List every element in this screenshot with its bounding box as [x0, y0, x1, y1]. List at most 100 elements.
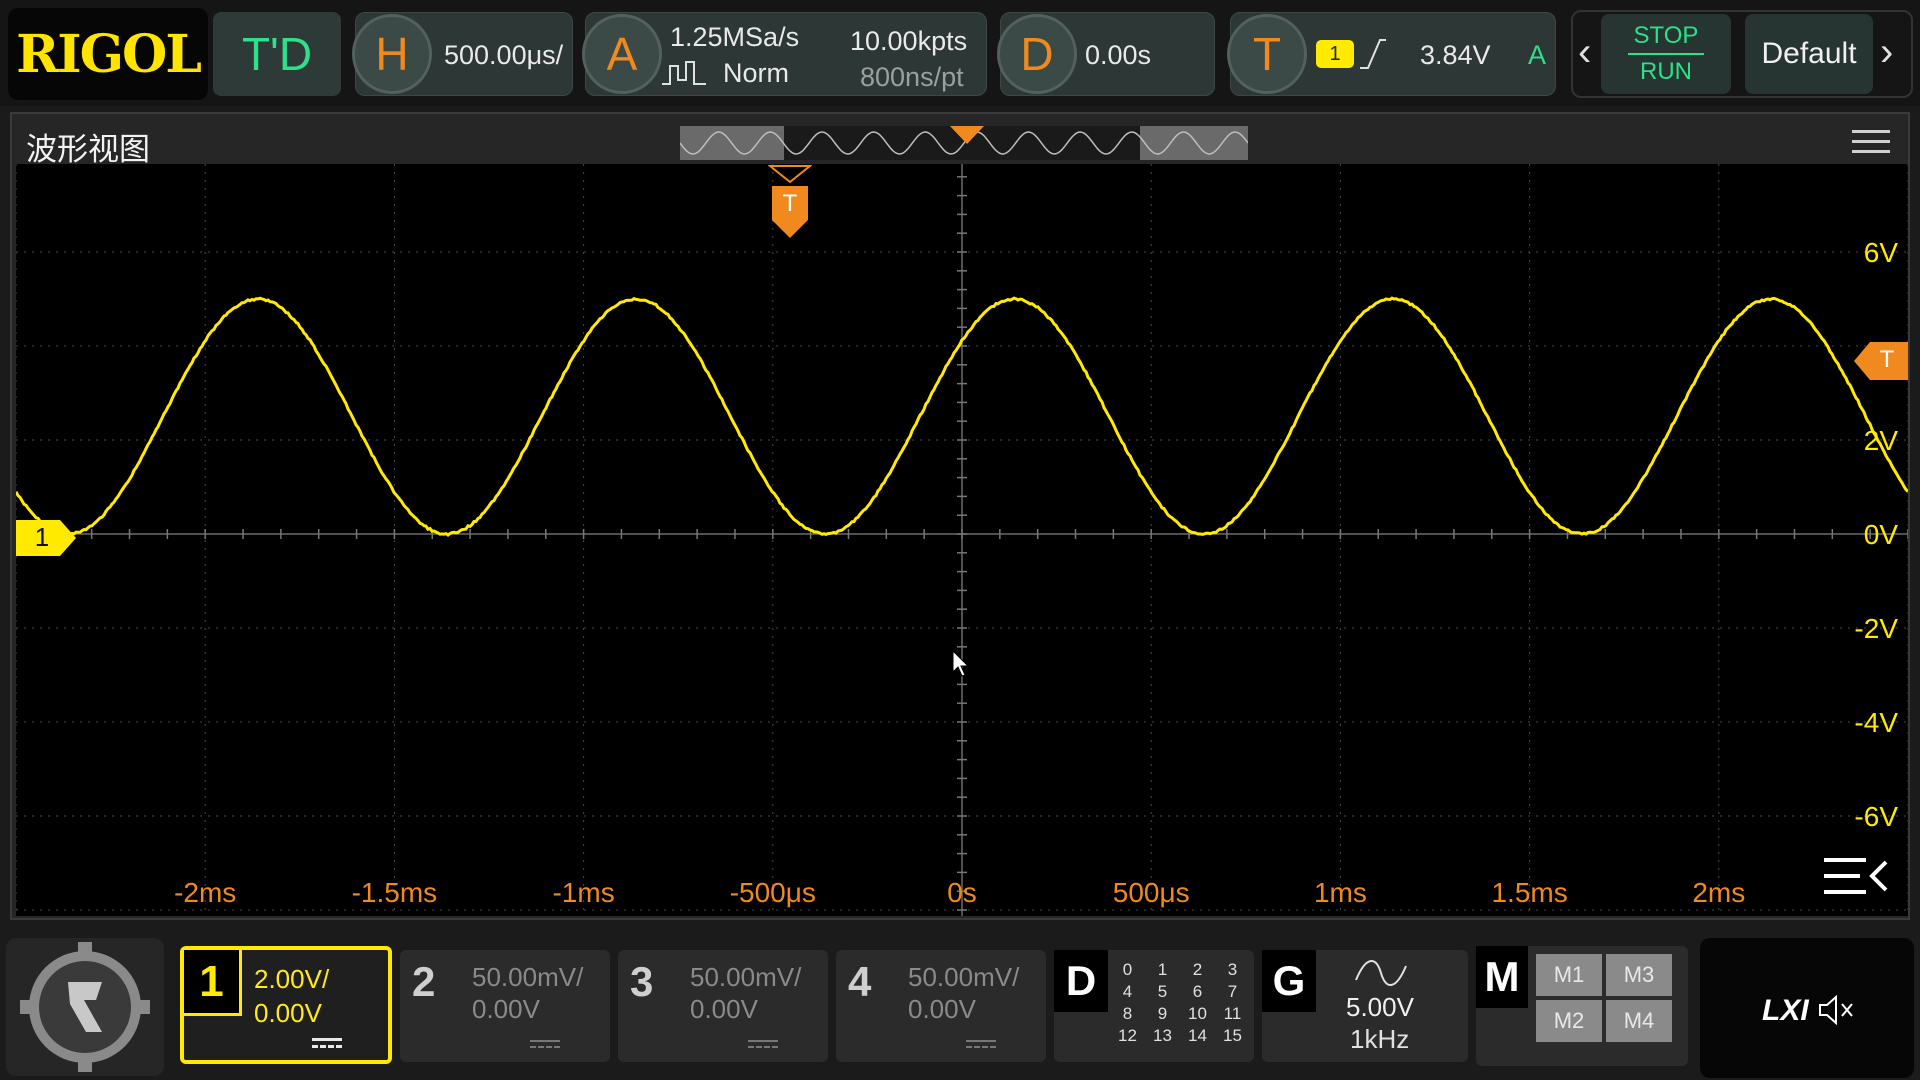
channel-3-scale: 50.00mV/	[690, 962, 801, 993]
chevron-left-icon[interactable]: ‹	[1578, 30, 1591, 75]
ch1-offset-marker-label: 1	[24, 522, 60, 553]
chevron-right-icon[interactable]: ›	[1880, 30, 1893, 75]
digital-bit-8: 8	[1110, 1004, 1145, 1024]
math-m1-button[interactable]: M1	[1536, 954, 1602, 996]
digital-bit-6: 6	[1180, 982, 1215, 1002]
sample-rate: 1.25MSa/s	[670, 22, 799, 53]
default-button[interactable]: Default	[1745, 14, 1873, 94]
math-m3-button[interactable]: M3	[1606, 954, 1672, 996]
channel-1-offset: 0.00V	[254, 998, 322, 1029]
y-tick-label: 0V	[1864, 519, 1899, 550]
digital-bit-12: 12	[1110, 1026, 1145, 1046]
generator-panel[interactable]: G 5.00V 1kHz	[1262, 950, 1468, 1062]
digital-bit-9: 9	[1145, 1004, 1180, 1024]
digital-bit-14: 14	[1180, 1026, 1215, 1046]
gear-logo-icon	[6, 938, 164, 1076]
math-panel[interactable]: M M1 M3 M2 M4	[1476, 946, 1688, 1066]
hamburger-menu-icon[interactable]	[1852, 130, 1890, 156]
trigger-source-badge: 1	[1316, 40, 1354, 68]
channel-4-scale: 50.00mV/	[908, 962, 1019, 993]
channel-4-panel[interactable]: 4 50.00mV/ 0.00V	[836, 950, 1046, 1062]
generator-frequency: 1kHz	[1350, 1024, 1409, 1055]
channel-4-offset: 0.00V	[908, 994, 976, 1025]
mouse-cursor-icon	[952, 650, 972, 678]
channel-2-offset: 0.00V	[472, 994, 540, 1025]
rising-edge-icon	[1358, 36, 1388, 72]
trigger-position-marker	[950, 126, 984, 146]
digital-bit-0: 0	[1110, 960, 1145, 980]
channel-1-number: 1	[184, 950, 242, 1016]
y-tick-label: -4V	[1854, 707, 1898, 738]
x-tick-label: 2ms	[1692, 877, 1745, 908]
dc-coupling-icon	[966, 1040, 996, 1048]
dc-coupling-icon	[748, 1040, 778, 1048]
x-tick-label: -1.5ms	[352, 877, 438, 908]
waveform-grid[interactable]: -2ms -1.5ms -1ms -500μs 0s 500μs 1ms 1.5ms 2ms 6V…	[16, 164, 1908, 916]
x-tick-label: -1ms	[552, 877, 614, 908]
x-tick-label: 500μs	[1113, 877, 1190, 908]
speaker-muted-icon[interactable]	[1818, 994, 1858, 1026]
tick-labels: -2ms -1.5ms -1ms -500μs 0s 500μs 1ms 1.5ms 2ms 6V…	[174, 237, 1898, 908]
trigger-time-marker-label: T	[768, 190, 812, 218]
channel-2-scale: 50.00mV/	[472, 962, 583, 993]
timebase-value: 500.00μs/	[444, 40, 563, 71]
digital-bit-10: 10	[1180, 1004, 1215, 1024]
channel-1-panel[interactable]: 1 2.00V/ 0.00V	[180, 946, 392, 1064]
waveform-canvas: -2ms -1.5ms -1ms -500μs 0s 500μs 1ms 1.5ms 2ms 6V…	[16, 164, 1908, 916]
mode-button[interactable]: T'D	[213, 12, 341, 96]
channel-4-number: 4	[848, 958, 871, 1006]
home-button[interactable]	[6, 938, 164, 1076]
delay-icon[interactable]: D	[997, 14, 1077, 94]
x-tick-label: -500μs	[730, 877, 816, 908]
delay-value: 0.00s	[1085, 40, 1151, 71]
acquire-mode-icon	[660, 58, 716, 88]
x-tick-label: 1.5ms	[1491, 877, 1567, 908]
trigger-mode: A	[1528, 40, 1546, 71]
bottom-bar: 1 2.00V/ 0.00V 2 50.00mV/ 0.00V 3 50.00m…	[0, 924, 1920, 1080]
top-bar: RIGOL T'D H 500.00μs/ A 1.25MSa/s Norm 1…	[0, 0, 1920, 106]
digital-bit-1: 1	[1145, 960, 1180, 980]
x-tick-label: -2ms	[174, 877, 236, 908]
lxi-icon[interactable]: LXI	[1762, 994, 1809, 1028]
x-tick-label: 1ms	[1314, 877, 1367, 908]
collapse-menu-icon[interactable]	[1820, 854, 1892, 904]
horizontal-icon[interactable]: H	[352, 14, 432, 94]
digital-bit-11: 11	[1215, 1004, 1250, 1024]
digital-panel[interactable]: D 0 1 2 3 4 5 6 7 8 9 10 11 12 13 14 15	[1054, 950, 1254, 1062]
digital-label: D	[1054, 950, 1108, 1012]
acquire-icon[interactable]: A	[582, 14, 662, 94]
y-tick-label: -6V	[1854, 801, 1898, 832]
waveform-window: 波形视图 -2ms -1.5ms -1ms -500μs 0s 500μs 1ms 1.5ms…	[10, 112, 1910, 920]
digital-bit-7: 7	[1215, 982, 1250, 1002]
generator-label: G	[1262, 950, 1316, 1012]
rigol-logo: RIGOL	[8, 8, 208, 100]
trigger-level-marker-label: T	[1872, 346, 1902, 374]
math-m4-button[interactable]: M4	[1606, 1000, 1672, 1042]
y-tick-label: -2V	[1854, 613, 1898, 644]
y-tick-label: 6V	[1864, 237, 1899, 268]
channel-2-panel[interactable]: 2 50.00mV/ 0.00V	[400, 950, 610, 1062]
channel-3-number: 3	[630, 958, 653, 1006]
sample-interval: 800ns/pt	[860, 62, 964, 93]
generator-amplitude: 5.00V	[1346, 992, 1414, 1023]
window-title: 波形视图	[26, 124, 150, 169]
run-label: RUN	[1640, 55, 1692, 86]
stop-run-button[interactable]: STOP RUN	[1601, 14, 1731, 94]
channel-3-offset: 0.00V	[690, 994, 758, 1025]
sine-wave-icon	[1354, 960, 1408, 986]
trigger-level: 3.84V	[1420, 40, 1491, 71]
y-tick-label: 2V	[1864, 425, 1899, 456]
trigger-icon[interactable]: T	[1227, 14, 1307, 94]
dc-coupling-icon	[530, 1040, 560, 1048]
digital-bit-4: 4	[1110, 982, 1145, 1002]
memory-depth: 10.00kpts	[850, 26, 967, 57]
dc-coupling-icon	[312, 1038, 342, 1048]
channel-3-panel[interactable]: 3 50.00mV/ 0.00V	[618, 950, 828, 1062]
status-area: LXI	[1700, 938, 1914, 1078]
digital-bit-5: 5	[1145, 982, 1180, 1002]
math-m2-button[interactable]: M2	[1536, 1000, 1602, 1042]
digital-bit-3: 3	[1215, 960, 1250, 980]
digital-bit-13: 13	[1145, 1026, 1180, 1046]
stop-label: STOP	[1628, 22, 1705, 55]
memory-overview-bar[interactable]	[680, 126, 1248, 160]
